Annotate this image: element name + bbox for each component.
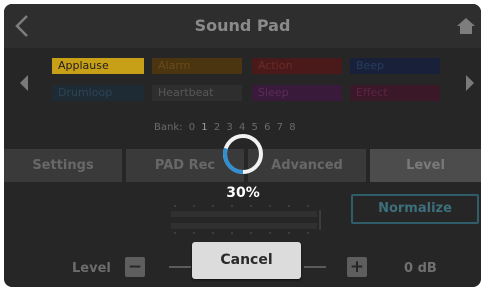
bank-number[interactable]: 2: [214, 122, 220, 133]
pad-prev-arrow-icon[interactable]: [19, 73, 29, 93]
pad-sleep[interactable]: Sleep: [252, 85, 342, 101]
level-label: Level: [72, 261, 111, 276]
level-slider-left[interactable]: [169, 266, 191, 268]
page-title: Sound Pad: [194, 16, 291, 35]
bank-number[interactable]: 0: [189, 122, 195, 133]
bank-number[interactable]: 6: [264, 122, 270, 133]
normalize-button[interactable]: Normalize: [351, 194, 479, 224]
level-meter: [171, 205, 321, 234]
bank-number[interactable]: 8: [289, 122, 295, 133]
pad-next-arrow-icon[interactable]: [465, 73, 475, 93]
pad-applause[interactable]: Applause: [52, 58, 144, 74]
header-bar: Sound Pad: [4, 4, 481, 48]
level-increase-button[interactable]: +: [347, 257, 367, 277]
level-value: 0 dB: [404, 261, 437, 276]
pad-beep[interactable]: Beep: [350, 58, 440, 74]
pad-alarm[interactable]: Alarm: [152, 58, 242, 74]
cancel-button[interactable]: Cancel: [192, 242, 301, 279]
tab-settings[interactable]: Settings: [4, 149, 122, 182]
pad-action[interactable]: Action: [252, 58, 342, 74]
home-icon[interactable]: [456, 16, 476, 36]
bank-label: Bank:: [154, 122, 183, 133]
progress-spinner: [223, 134, 263, 174]
pad-effect[interactable]: Effect: [350, 85, 440, 101]
level-slider-right[interactable]: [304, 266, 326, 268]
pad-drumloop[interactable]: Drumloop: [52, 85, 144, 101]
sound-pad-window: Sound Pad Applause Alarm Action Beep Dru…: [0, 0, 485, 291]
pad-heartbeat[interactable]: Heartbeat: [152, 85, 242, 101]
progress-percent: 30%: [226, 185, 260, 201]
level-decrease-button[interactable]: −: [125, 257, 145, 277]
bank-number[interactable]: 1: [201, 122, 207, 133]
bank-number[interactable]: 7: [277, 122, 283, 133]
tab-advanced[interactable]: Advanced: [248, 149, 366, 182]
device-screen: Sound Pad Applause Alarm Action Beep Dru…: [4, 4, 481, 287]
tab-level[interactable]: Level: [370, 149, 481, 182]
